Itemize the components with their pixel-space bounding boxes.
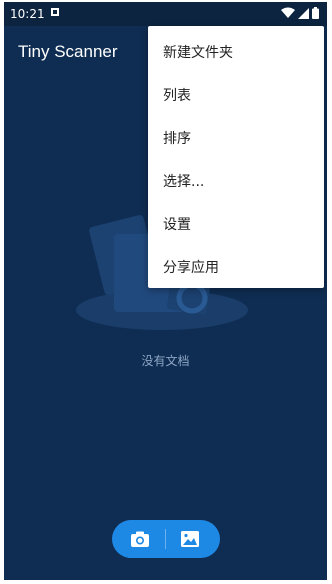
camera-icon[interactable] <box>124 529 156 549</box>
menu-item-list[interactable]: 列表 <box>148 73 324 116</box>
capture-actions-bar <box>112 520 220 558</box>
status-time: 10:21 <box>10 7 45 21</box>
empty-state-text: 没有文档 <box>141 354 190 368</box>
fab-divider <box>165 529 166 549</box>
menu-item-select[interactable]: 选择... <box>148 159 324 202</box>
notification-icon <box>51 8 59 16</box>
battery-icon <box>312 7 319 19</box>
menu-item-share-app[interactable]: 分享应用 <box>148 245 324 288</box>
wifi-icon <box>281 7 295 18</box>
overflow-menu: 新建文件夹 列表 排序 选择... 设置 分享应用 <box>148 26 324 288</box>
menu-item-sort[interactable]: 排序 <box>148 116 324 159</box>
gallery-icon[interactable] <box>174 529 206 549</box>
menu-item-settings[interactable]: 设置 <box>148 202 324 245</box>
status-bar: 10:21 <box>4 2 327 26</box>
menu-item-new-folder[interactable]: 新建文件夹 <box>148 30 324 73</box>
signal-icon <box>298 7 309 19</box>
status-icons <box>281 7 319 19</box>
app-title: Tiny Scanner <box>18 42 118 61</box>
phone-screen: 10:21 Tiny Scanner 没有文档 新建文件夹 列表 排序 选择..… <box>4 2 327 580</box>
